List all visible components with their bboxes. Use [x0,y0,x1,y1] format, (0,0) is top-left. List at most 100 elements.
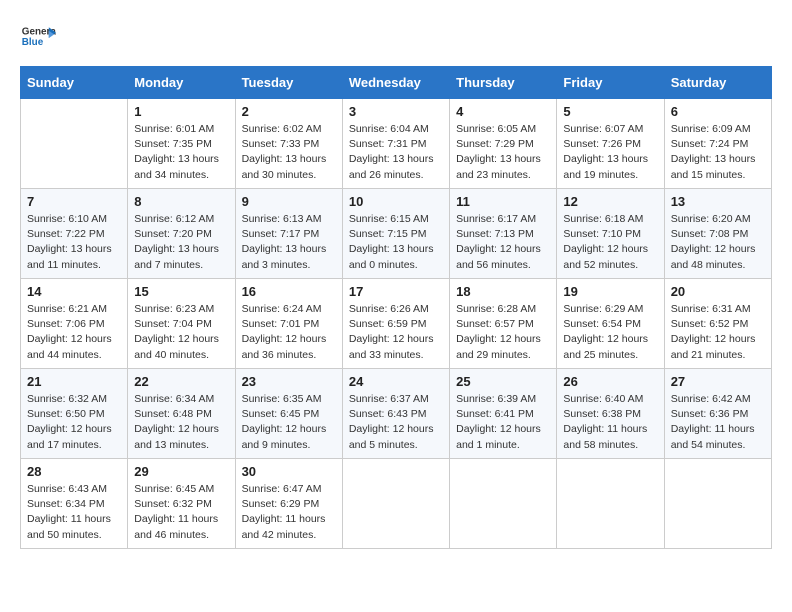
day-info: Sunrise: 6:12 AM Sunset: 7:20 PM Dayligh… [134,212,228,273]
calendar-day-cell: 28 Sunrise: 6:43 AM Sunset: 6:34 PM Dayli… [21,459,128,549]
day-info: Sunrise: 6:32 AM Sunset: 6:50 PM Dayligh… [27,392,121,453]
day-number: 22 [134,374,228,389]
calendar-day-cell: 26Sunrise: 6:40 AM Sunset: 6:38 PM Dayli… [557,369,664,459]
day-number: 4 [456,104,550,119]
days-of-week-row: SundayMondayTuesdayWednesdayThursdayFrid… [21,67,772,99]
calendar-day-cell [21,99,128,189]
day-number: 12 [563,194,657,209]
calendar-day-cell: 23 Sunrise: 6:35 AM Sunset: 6:45 PM Dayli… [235,369,342,459]
day-number: 24 [349,374,443,389]
logo: General Blue [20,20,56,56]
day-number: 27 [671,374,765,389]
day-info: Sunrise: 6:21 AM Sunset: 7:06 PM Dayligh… [27,302,121,363]
day-info: Sunrise: 6:35 AM Sunset: 6:45 PM Dayligh… [242,392,336,453]
day-info: Sunrise: 6:10 AM Sunset: 7:22 PM Dayligh… [27,212,121,273]
day-number: 6 [671,104,765,119]
logo-icon: General Blue [20,20,56,56]
day-info: Sunrise: 6:45 AM Sunset: 6:32 PM Dayligh… [134,482,228,543]
day-info: Sunrise: 6:09 AM Sunset: 7:24 PM Dayligh… [671,122,765,183]
day-info: Sunrise: 6:39 AM Sunset: 6:41 PM Dayligh… [456,392,550,453]
calendar-day-cell: 21Sunrise: 6:32 AM Sunset: 6:50 PM Dayli… [21,369,128,459]
day-number: 18 [456,284,550,299]
day-number: 20 [671,284,765,299]
calendar-day-cell [342,459,449,549]
day-number: 3 [349,104,443,119]
calendar-day-cell: 30Sunrise: 6:47 AM Sunset: 6:29 PM Dayli… [235,459,342,549]
day-info: Sunrise: 6:34 AM Sunset: 6:48 PM Dayligh… [134,392,228,453]
calendar-day-cell: 16 Sunrise: 6:24 AM Sunset: 7:01 PM Dayli… [235,279,342,369]
day-of-week-header: Sunday [21,67,128,99]
calendar-day-cell: 18 Sunrise: 6:28 AM Sunset: 6:57 PM Dayli… [450,279,557,369]
calendar-day-cell: 27Sunrise: 6:42 AM Sunset: 6:36 PM Dayli… [664,369,771,459]
day-number: 8 [134,194,228,209]
calendar-day-cell: 29 Sunrise: 6:45 AM Sunset: 6:32 PM Dayli… [128,459,235,549]
day-number: 11 [456,194,550,209]
day-info: Sunrise: 6:29 AM Sunset: 6:54 PM Dayligh… [563,302,657,363]
day-info: Sunrise: 6:04 AM Sunset: 7:31 PM Dayligh… [349,122,443,183]
calendar-day-cell: 20 Sunrise: 6:31 AM Sunset: 6:52 PM Dayli… [664,279,771,369]
day-number: 29 [134,464,228,479]
day-info: Sunrise: 6:13 AM Sunset: 7:17 PM Dayligh… [242,212,336,273]
day-info: Sunrise: 6:01 AM Sunset: 7:35 PM Dayligh… [134,122,228,183]
day-info: Sunrise: 6:07 AM Sunset: 7:26 PM Dayligh… [563,122,657,183]
calendar-day-cell: 11 Sunrise: 6:17 AM Sunset: 7:13 PM Dayli… [450,189,557,279]
day-info: Sunrise: 6:31 AM Sunset: 6:52 PM Dayligh… [671,302,765,363]
day-number: 28 [27,464,121,479]
calendar-table: SundayMondayTuesdayWednesdayThursdayFrid… [20,66,772,549]
day-number: 15 [134,284,228,299]
day-of-week-header: Thursday [450,67,557,99]
calendar-day-cell: 3 Sunrise: 6:04 AM Sunset: 7:31 PM Daylig… [342,99,449,189]
calendar-week-row: 7Sunrise: 6:10 AM Sunset: 7:22 PM Daylig… [21,189,772,279]
day-number: 16 [242,284,336,299]
calendar-day-cell: 22 Sunrise: 6:34 AM Sunset: 6:48 PM Dayli… [128,369,235,459]
day-info: Sunrise: 6:24 AM Sunset: 7:01 PM Dayligh… [242,302,336,363]
day-number: 13 [671,194,765,209]
calendar-day-cell: 10Sunrise: 6:15 AM Sunset: 7:15 PM Dayli… [342,189,449,279]
day-of-week-header: Monday [128,67,235,99]
day-number: 25 [456,374,550,389]
day-of-week-header: Wednesday [342,67,449,99]
day-info: Sunrise: 6:37 AM Sunset: 6:43 PM Dayligh… [349,392,443,453]
calendar-week-row: 14 Sunrise: 6:21 AM Sunset: 7:06 PM Dayli… [21,279,772,369]
svg-text:Blue: Blue [22,37,44,48]
calendar-day-cell: 8 Sunrise: 6:12 AM Sunset: 7:20 PM Daylig… [128,189,235,279]
calendar-day-cell: 2Sunrise: 6:02 AM Sunset: 7:33 PM Daylig… [235,99,342,189]
day-info: Sunrise: 6:43 AM Sunset: 6:34 PM Dayligh… [27,482,121,543]
day-info: Sunrise: 6:17 AM Sunset: 7:13 PM Dayligh… [456,212,550,273]
calendar-day-cell: 14 Sunrise: 6:21 AM Sunset: 7:06 PM Dayli… [21,279,128,369]
day-of-week-header: Saturday [664,67,771,99]
day-info: Sunrise: 6:05 AM Sunset: 7:29 PM Dayligh… [456,122,550,183]
calendar-week-row: 21Sunrise: 6:32 AM Sunset: 6:50 PM Dayli… [21,369,772,459]
day-number: 23 [242,374,336,389]
calendar-day-cell: 1 Sunrise: 6:01 AM Sunset: 7:35 PM Daylig… [128,99,235,189]
calendar-day-cell: 7Sunrise: 6:10 AM Sunset: 7:22 PM Daylig… [21,189,128,279]
day-of-week-header: Tuesday [235,67,342,99]
day-info: Sunrise: 6:18 AM Sunset: 7:10 PM Dayligh… [563,212,657,273]
calendar-week-row: 28 Sunrise: 6:43 AM Sunset: 6:34 PM Dayli… [21,459,772,549]
calendar-day-cell: 12 Sunrise: 6:18 AM Sunset: 7:10 PM Dayli… [557,189,664,279]
calendar-day-cell: 17Sunrise: 6:26 AM Sunset: 6:59 PM Dayli… [342,279,449,369]
calendar-day-cell: 9 Sunrise: 6:13 AM Sunset: 7:17 PM Daylig… [235,189,342,279]
day-info: Sunrise: 6:28 AM Sunset: 6:57 PM Dayligh… [456,302,550,363]
calendar-week-row: 1 Sunrise: 6:01 AM Sunset: 7:35 PM Daylig… [21,99,772,189]
day-number: 10 [349,194,443,209]
day-number: 5 [563,104,657,119]
calendar-day-cell [557,459,664,549]
calendar-day-cell: 13Sunrise: 6:20 AM Sunset: 7:08 PM Dayli… [664,189,771,279]
day-info: Sunrise: 6:02 AM Sunset: 7:33 PM Dayligh… [242,122,336,183]
calendar-header: SundayMondayTuesdayWednesdayThursdayFrid… [21,67,772,99]
day-number: 19 [563,284,657,299]
calendar-body: 1 Sunrise: 6:01 AM Sunset: 7:35 PM Daylig… [21,99,772,549]
day-info: Sunrise: 6:47 AM Sunset: 6:29 PM Dayligh… [242,482,336,543]
calendar-day-cell: 15Sunrise: 6:23 AM Sunset: 7:04 PM Dayli… [128,279,235,369]
day-number: 17 [349,284,443,299]
calendar-day-cell: 4 Sunrise: 6:05 AM Sunset: 7:29 PM Daylig… [450,99,557,189]
calendar-day-cell [664,459,771,549]
calendar-day-cell: 6 Sunrise: 6:09 AM Sunset: 7:24 PM Daylig… [664,99,771,189]
calendar-day-cell: 19 Sunrise: 6:29 AM Sunset: 6:54 PM Dayli… [557,279,664,369]
day-number: 1 [134,104,228,119]
day-number: 9 [242,194,336,209]
page-header: General Blue [20,20,772,56]
day-number: 14 [27,284,121,299]
day-number: 26 [563,374,657,389]
